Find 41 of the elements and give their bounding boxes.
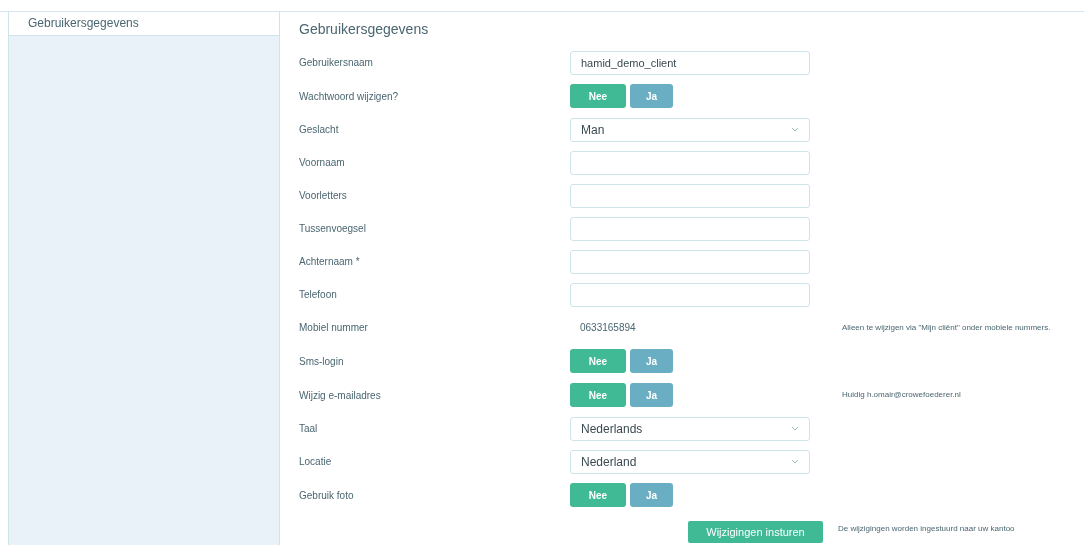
field-label: Sms-login [299, 354, 345, 369]
help-text: De wijzigingen worden ingestuurd naar uw kantoo [838, 523, 1015, 535]
field-label: Voornaam [299, 156, 346, 170]
sidebar-item[interactable]: Gebruikersgegevens [9, 12, 279, 36]
select-field[interactable]: Nederland [570, 449, 810, 474]
chevron-down-icon [791, 127, 799, 132]
field-label: Wijzig e-mailadres [299, 388, 382, 403]
toggle-button[interactable]: Nee [570, 483, 626, 507]
text-field[interactable] [570, 150, 810, 175]
field-label: Locatie [299, 455, 333, 469]
chevron-down-icon [791, 459, 799, 464]
help-text: Alleen te wijzigen via "Mijn cliënt" onder mobiele nummers. [842, 322, 1052, 333]
submit-button[interactable]: Wijzigingen insturen [688, 521, 823, 543]
help-text: Huidig h.omair@crowefoederer.nl [842, 390, 962, 400]
select-field[interactable]: Man [570, 117, 810, 142]
toggle-button[interactable]: Nee [570, 383, 626, 407]
toggle-button[interactable]: Nee [570, 349, 626, 373]
toggle-button[interactable]: Ja [630, 84, 673, 108]
text-field[interactable] [570, 183, 810, 208]
text-field[interactable] [570, 216, 810, 241]
form-title: Gebruikersgegevens [299, 20, 430, 39]
toggle-button[interactable]: Nee [570, 84, 626, 108]
text-field[interactable] [570, 249, 810, 274]
field-label: Taal [299, 422, 319, 436]
toggle-button[interactable]: Ja [630, 383, 673, 407]
toggle-button[interactable]: Ja [630, 483, 673, 507]
field-value: 0633165894 [579, 321, 636, 335]
chevron-down-icon [791, 426, 799, 431]
text-field[interactable] [570, 282, 810, 307]
select-field[interactable]: Nederlands [570, 416, 810, 441]
text-field[interactable]: hamid_demo_client [570, 50, 810, 75]
field-label: Tussenvoegsel [299, 222, 367, 236]
field-label: Telefoon [299, 288, 338, 302]
field-label: Voorletters [299, 189, 348, 203]
field-label: Gebruik foto [299, 488, 355, 503]
field-label: Gebruikersnaam [299, 56, 374, 70]
field-label: Achternaam * [299, 255, 361, 269]
field-label: Geslacht [299, 123, 340, 137]
toggle-button[interactable]: Ja [630, 349, 673, 373]
field-label: Wachtwoord wijzigen? [299, 89, 400, 104]
field-label: Mobiel nummer [299, 321, 369, 335]
